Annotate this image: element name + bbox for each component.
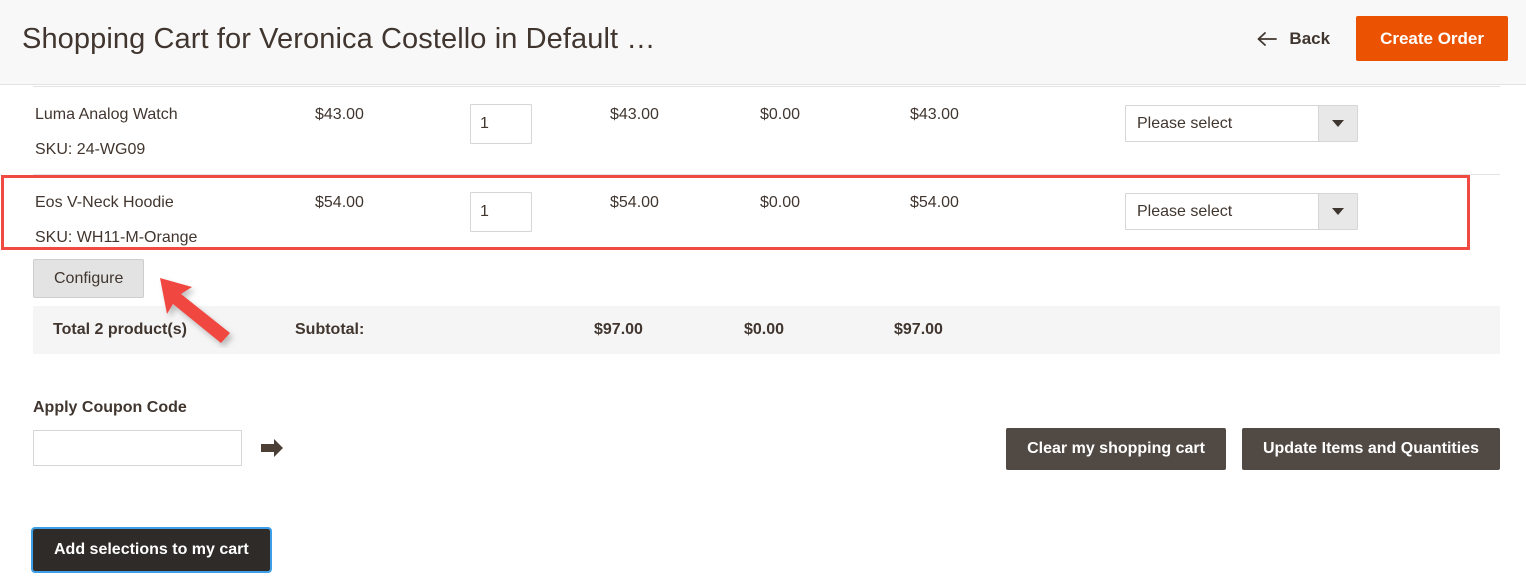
product-action-select-value: Please select — [1137, 202, 1233, 220]
totals-subtotal-value: $97.00 — [594, 321, 643, 338]
configure-button[interactable]: Configure — [33, 259, 145, 299]
table-row: Eos V-Neck Hoodie SKU: WH11-M-Orange $54… — [33, 174, 1500, 262]
header-actions: Back Create Order — [1252, 16, 1508, 61]
product-subtotal: $54.00 — [610, 194, 659, 212]
product-action-cell: Please select — [1125, 104, 1500, 142]
page-title: Shopping Cart for Veronica Costello in D… — [22, 23, 656, 55]
page-header: Shopping Cart for Veronica Costello in D… — [0, 0, 1526, 85]
product-discount: $0.00 — [760, 194, 801, 212]
table-row: Luma Analog Watch SKU: 24-WG09 $43.00 $4… — [33, 86, 1500, 174]
product-sku: SKU: 24-WG09 — [35, 140, 146, 158]
product-row-total: $43.00 — [910, 106, 959, 123]
product-subtotal: $43.00 — [610, 106, 659, 123]
add-selections-to-cart-button[interactable]: Add selections to my cart — [31, 527, 272, 573]
product-cell: Luma Analog Watch SKU: 24-WG09 — [33, 104, 315, 160]
totals-discount-value: $0.00 — [744, 321, 785, 338]
product-action-select[interactable]: Please select — [1125, 193, 1358, 231]
chevron-down-icon[interactable] — [1318, 106, 1357, 141]
product-price: $43.00 — [315, 106, 364, 123]
back-button-label: Back — [1289, 28, 1331, 48]
quantity-input[interactable] — [470, 104, 532, 144]
create-order-button[interactable]: Create Order — [1356, 16, 1508, 61]
product-action-select-value: Please select — [1137, 114, 1233, 132]
product-cell: Eos V-Neck Hoodie SKU: WH11-M-Orange — [33, 192, 315, 248]
cart-totals-row: Total 2 product(s) Subtotal: $97.00 $0.0… — [33, 306, 1500, 354]
totals-grand-total-value: $97.00 — [894, 321, 943, 338]
product-discount: $0.00 — [760, 106, 801, 123]
product-action-cell: Please select — [1125, 192, 1500, 231]
quantity-cell — [470, 104, 610, 144]
totals-product-count: Total 2 product(s) — [53, 321, 187, 338]
product-sku: SKU: WH11-M-Orange — [35, 228, 198, 246]
coupon-label: Apply Coupon Code — [33, 399, 187, 416]
chevron-down-icon[interactable] — [1318, 194, 1357, 230]
coupon-code-input[interactable] — [33, 430, 242, 466]
quantity-input[interactable] — [470, 192, 532, 233]
product-price: $54.00 — [315, 194, 364, 212]
quantity-cell — [470, 192, 610, 233]
clear-cart-button[interactable]: Clear my shopping cart — [1006, 428, 1226, 470]
cart-action-buttons: Clear my shopping cart Update Items and … — [1006, 428, 1500, 470]
update-items-button[interactable]: Update Items and Quantities — [1241, 428, 1500, 470]
back-button[interactable]: Back — [1252, 23, 1334, 55]
apply-coupon-button[interactable] — [258, 434, 286, 462]
cart-items-table: Luma Analog Watch SKU: 24-WG09 $43.00 $4… — [33, 86, 1500, 262]
totals-subtotal-label: Subtotal: — [295, 321, 365, 338]
product-name: Eos V-Neck Hoodie — [35, 194, 174, 212]
arrow-left-icon — [1256, 31, 1278, 47]
product-row-total: $54.00 — [910, 194, 959, 212]
product-name: Luma Analog Watch — [35, 106, 178, 123]
arrow-right-icon — [258, 439, 286, 465]
product-action-select[interactable]: Please select — [1125, 105, 1358, 142]
